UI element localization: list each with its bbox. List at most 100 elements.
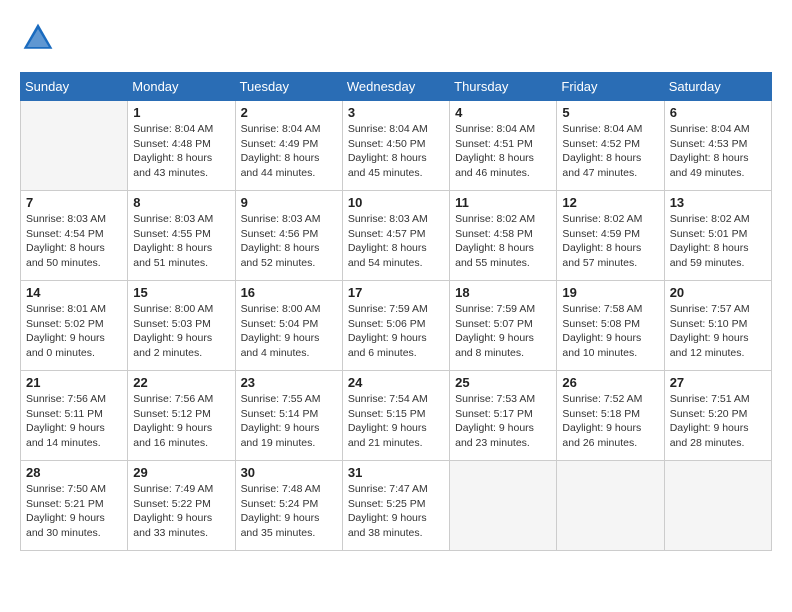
day-number: 19: [562, 285, 658, 300]
calendar-day-cell: [664, 461, 771, 551]
calendar-day-cell: 18 Sunrise: 7:59 AMSunset: 5:07 PMDayligh…: [450, 281, 557, 371]
day-info: Sunrise: 7:59 AMSunset: 5:07 PMDaylight:…: [455, 302, 551, 361]
logo-icon: [20, 20, 56, 56]
day-info: Sunrise: 7:48 AMSunset: 5:24 PMDaylight:…: [241, 482, 337, 541]
calendar-header-row: SundayMondayTuesdayWednesdayThursdayFrid…: [21, 73, 772, 101]
calendar-weekday-header: Tuesday: [235, 73, 342, 101]
calendar-day-cell: 26 Sunrise: 7:52 AMSunset: 5:18 PMDayligh…: [557, 371, 664, 461]
day-info: Sunrise: 7:54 AMSunset: 5:15 PMDaylight:…: [348, 392, 444, 451]
day-info: Sunrise: 7:47 AMSunset: 5:25 PMDaylight:…: [348, 482, 444, 541]
day-info: Sunrise: 7:53 AMSunset: 5:17 PMDaylight:…: [455, 392, 551, 451]
day-info: Sunrise: 8:04 AMSunset: 4:51 PMDaylight:…: [455, 122, 551, 181]
calendar-day-cell: 13 Sunrise: 8:02 AMSunset: 5:01 PMDayligh…: [664, 191, 771, 281]
calendar-day-cell: 25 Sunrise: 7:53 AMSunset: 5:17 PMDayligh…: [450, 371, 557, 461]
calendar-week-row: 21 Sunrise: 7:56 AMSunset: 5:11 PMDayligh…: [21, 371, 772, 461]
day-number: 23: [241, 375, 337, 390]
calendar-day-cell: 31 Sunrise: 7:47 AMSunset: 5:25 PMDayligh…: [342, 461, 449, 551]
calendar-day-cell: 6 Sunrise: 8:04 AMSunset: 4:53 PMDaylight…: [664, 101, 771, 191]
calendar-day-cell: 22Sunrise: 7:56 AMSunset: 5:12 PMDayligh…: [128, 371, 235, 461]
day-info: Sunrise: 7:50 AMSunset: 5:21 PMDaylight:…: [26, 482, 122, 541]
day-info: Sunrise: 7:49 AMSunset: 5:22 PMDaylight:…: [133, 482, 229, 541]
calendar-day-cell: [21, 101, 128, 191]
calendar-weekday-header: Wednesday: [342, 73, 449, 101]
calendar-weekday-header: Monday: [128, 73, 235, 101]
day-info: Sunrise: 7:51 AMSunset: 5:20 PMDaylight:…: [670, 392, 766, 451]
day-info: Sunrise: 8:04 AMSunset: 4:53 PMDaylight:…: [670, 122, 766, 181]
logo: [20, 20, 60, 56]
calendar-day-cell: 5Sunrise: 8:04 AMSunset: 4:52 PMDaylight…: [557, 101, 664, 191]
day-number: 25: [455, 375, 551, 390]
day-number: 24: [348, 375, 444, 390]
day-number: 5: [562, 105, 658, 120]
day-number: 1: [133, 105, 229, 120]
calendar-day-cell: 29 Sunrise: 7:49 AMSunset: 5:22 PMDayligh…: [128, 461, 235, 551]
day-info: Sunrise: 8:02 AMSunset: 5:01 PMDaylight:…: [670, 212, 766, 271]
day-number: 28: [26, 465, 122, 480]
calendar-day-cell: 19 Sunrise: 7:58 AMSunset: 5:08 PMDayligh…: [557, 281, 664, 371]
day-number: 18: [455, 285, 551, 300]
day-number: 6: [670, 105, 766, 120]
calendar-day-cell: 23 Sunrise: 7:55 AMSunset: 5:14 PMDayligh…: [235, 371, 342, 461]
day-info: Sunrise: 8:04 AMSunset: 4:49 PMDaylight:…: [241, 122, 337, 181]
day-number: 20: [670, 285, 766, 300]
day-number: 29: [133, 465, 229, 480]
calendar-day-cell: 2 Sunrise: 8:04 AMSunset: 4:49 PMDaylight…: [235, 101, 342, 191]
calendar-day-cell: 16Sunrise: 8:00 AMSunset: 5:04 PMDayligh…: [235, 281, 342, 371]
day-info: Sunrise: 7:56 AMSunset: 5:11 PMDaylight:…: [26, 392, 122, 451]
calendar-day-cell: 21 Sunrise: 7:56 AMSunset: 5:11 PMDayligh…: [21, 371, 128, 461]
day-number: 31: [348, 465, 444, 480]
calendar-day-cell: [450, 461, 557, 551]
calendar-week-row: 7Sunrise: 8:03 AMSunset: 4:54 PMDaylight…: [21, 191, 772, 281]
calendar-day-cell: 8 Sunrise: 8:03 AMSunset: 4:55 PMDaylight…: [128, 191, 235, 281]
day-info: Sunrise: 7:55 AMSunset: 5:14 PMDaylight:…: [241, 392, 337, 451]
calendar-day-cell: 9Sunrise: 8:03 AMSunset: 4:56 PMDaylight…: [235, 191, 342, 281]
day-number: 8: [133, 195, 229, 210]
calendar-day-cell: 20 Sunrise: 7:57 AMSunset: 5:10 PMDayligh…: [664, 281, 771, 371]
calendar-day-cell: 27 Sunrise: 7:51 AMSunset: 5:20 PMDayligh…: [664, 371, 771, 461]
day-info: Sunrise: 7:52 AMSunset: 5:18 PMDaylight:…: [562, 392, 658, 451]
day-number: 3: [348, 105, 444, 120]
day-number: 13: [670, 195, 766, 210]
day-info: Sunrise: 8:04 AMSunset: 4:50 PMDaylight:…: [348, 122, 444, 181]
day-info: Sunrise: 8:02 AMSunset: 4:58 PMDaylight:…: [455, 212, 551, 271]
day-number: 26: [562, 375, 658, 390]
calendar-day-cell: 10Sunrise: 8:03 AMSunset: 4:57 PMDayligh…: [342, 191, 449, 281]
calendar-day-cell: 15 Sunrise: 8:00 AMSunset: 5:03 PMDayligh…: [128, 281, 235, 371]
day-number: 11: [455, 195, 551, 210]
day-number: 21: [26, 375, 122, 390]
day-info: Sunrise: 8:03 AMSunset: 4:56 PMDaylight:…: [241, 212, 337, 271]
day-number: 27: [670, 375, 766, 390]
calendar-day-cell: 4 Sunrise: 8:04 AMSunset: 4:51 PMDaylight…: [450, 101, 557, 191]
calendar-day-cell: [557, 461, 664, 551]
calendar-table: SundayMondayTuesdayWednesdayThursdayFrid…: [20, 72, 772, 551]
day-info: Sunrise: 8:00 AMSunset: 5:03 PMDaylight:…: [133, 302, 229, 361]
calendar-day-cell: 7Sunrise: 8:03 AMSunset: 4:54 PMDaylight…: [21, 191, 128, 281]
calendar-day-cell: 1 Sunrise: 8:04 AMSunset: 4:48 PMDaylight…: [128, 101, 235, 191]
calendar-weekday-header: Friday: [557, 73, 664, 101]
day-info: Sunrise: 8:01 AMSunset: 5:02 PMDaylight:…: [26, 302, 122, 361]
day-number: 14: [26, 285, 122, 300]
calendar-week-row: 28 Sunrise: 7:50 AMSunset: 5:21 PMDayligh…: [21, 461, 772, 551]
day-info: Sunrise: 7:59 AMSunset: 5:06 PMDaylight:…: [348, 302, 444, 361]
calendar-day-cell: 3 Sunrise: 8:04 AMSunset: 4:50 PMDaylight…: [342, 101, 449, 191]
calendar-week-row: 1 Sunrise: 8:04 AMSunset: 4:48 PMDaylight…: [21, 101, 772, 191]
day-number: 17: [348, 285, 444, 300]
day-info: Sunrise: 8:04 AMSunset: 4:48 PMDaylight:…: [133, 122, 229, 181]
calendar-weekday-header: Saturday: [664, 73, 771, 101]
day-number: 12: [562, 195, 658, 210]
calendar-weekday-header: Sunday: [21, 73, 128, 101]
day-info: Sunrise: 8:03 AMSunset: 4:55 PMDaylight:…: [133, 212, 229, 271]
calendar-day-cell: 17 Sunrise: 7:59 AMSunset: 5:06 PMDayligh…: [342, 281, 449, 371]
calendar-day-cell: 14 Sunrise: 8:01 AMSunset: 5:02 PMDayligh…: [21, 281, 128, 371]
calendar-day-cell: 24 Sunrise: 7:54 AMSunset: 5:15 PMDayligh…: [342, 371, 449, 461]
calendar-day-cell: 30 Sunrise: 7:48 AMSunset: 5:24 PMDayligh…: [235, 461, 342, 551]
day-number: 2: [241, 105, 337, 120]
day-number: 10: [348, 195, 444, 210]
calendar-day-cell: 11 Sunrise: 8:02 AMSunset: 4:58 PMDayligh…: [450, 191, 557, 281]
day-number: 15: [133, 285, 229, 300]
day-number: 4: [455, 105, 551, 120]
day-number: 30: [241, 465, 337, 480]
day-info: Sunrise: 8:00 AMSunset: 5:04 PMDaylight:…: [241, 302, 337, 361]
day-info: Sunrise: 7:57 AMSunset: 5:10 PMDaylight:…: [670, 302, 766, 361]
day-info: Sunrise: 7:58 AMSunset: 5:08 PMDaylight:…: [562, 302, 658, 361]
